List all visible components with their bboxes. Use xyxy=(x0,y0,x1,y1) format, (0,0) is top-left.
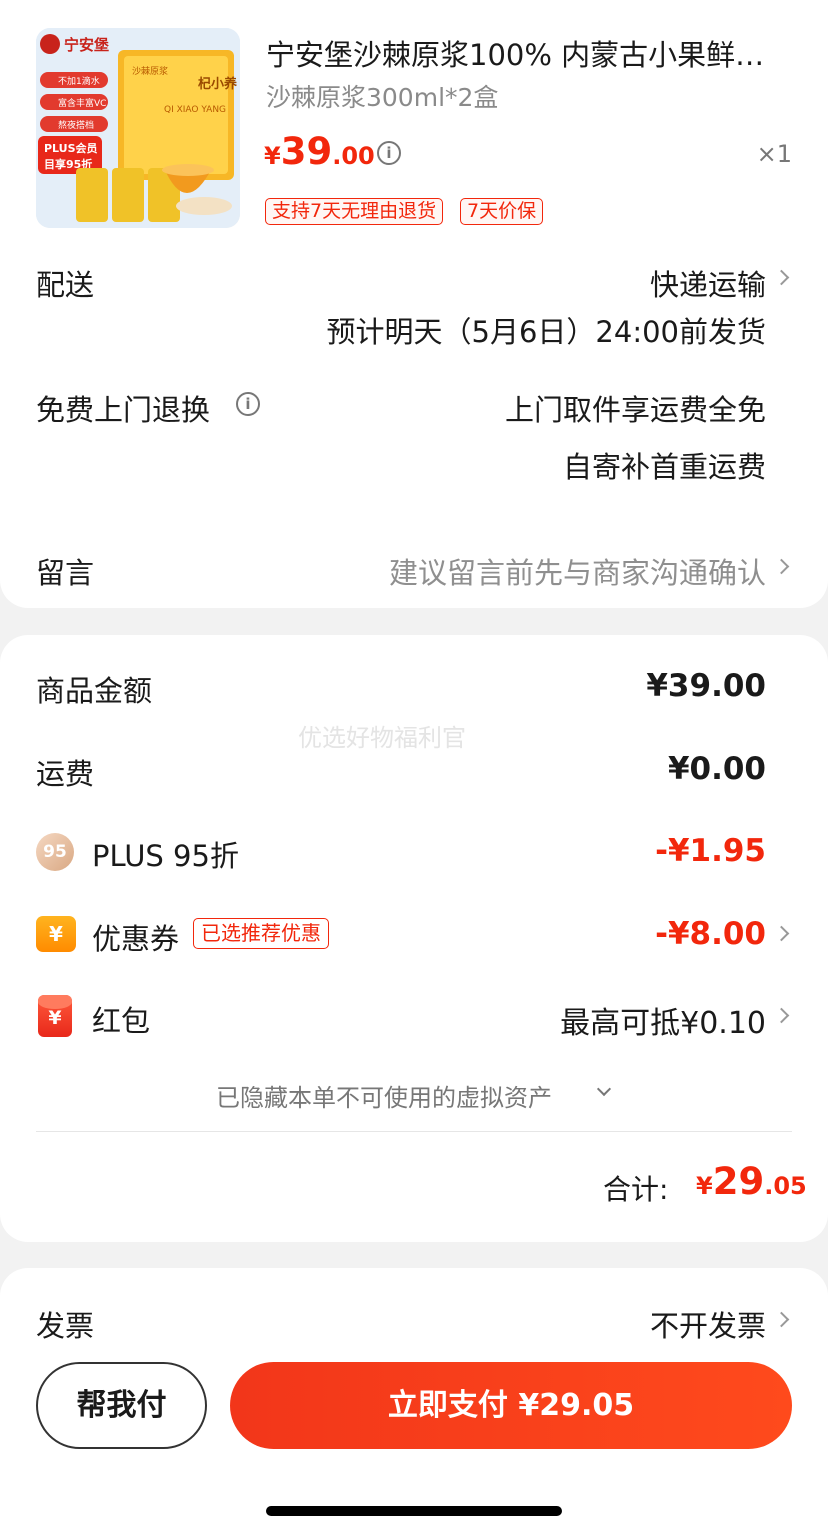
svg-text:沙棘原浆: 沙棘原浆 xyxy=(132,65,168,77)
product-price: ¥39.00 xyxy=(264,130,375,173)
svg-text:富含丰富VC: 富含丰富VC xyxy=(58,97,106,109)
shipping-fee-label: 运费 xyxy=(36,757,95,791)
brand-logo-text: 宁安堡 xyxy=(64,36,109,54)
shipping-fee-value: ¥0.00 xyxy=(667,751,766,787)
red-packet-icon: ¥ xyxy=(38,995,72,1037)
message-input[interactable]: 建议留言前先与商家沟通确认 xyxy=(389,550,766,592)
delivery-label: 配送 xyxy=(36,268,95,302)
product-image[interactable]: 宁安堡 不加1滴水 富含丰富VC 熬夜搭档 PLUS会员 目享95折 杞小养 Q… xyxy=(36,28,240,228)
price-info-icon[interactable]: i xyxy=(377,141,401,165)
svg-text:熬夜搭档: 熬夜搭档 xyxy=(58,119,94,131)
hidden-assets-toggle[interactable]: 已隐藏本单不可使用的虚拟资产 xyxy=(216,1078,552,1113)
invoice-label: 发票 xyxy=(36,1309,95,1343)
plus-discount-label: PLUS 95折 xyxy=(92,839,239,873)
coupon-label[interactable]: 优惠券 xyxy=(92,916,179,958)
product-quantity: ×1 xyxy=(756,140,792,168)
return-tag: 支持7天无理由退货 xyxy=(265,198,444,225)
svg-text:不加1滴水: 不加1滴水 xyxy=(58,75,100,87)
total-amount: ¥29.05 xyxy=(696,1160,807,1203)
plus-discount-icon: 95 xyxy=(36,833,74,871)
product-name[interactable]: 宁安堡沙棘原浆100% 内蒙古小果鲜… xyxy=(266,32,796,74)
svg-text:杞小养: 杞小养 xyxy=(198,76,238,92)
total-label: 合计: xyxy=(603,1173,669,1206)
price-protect-tag: 7天价保 xyxy=(460,198,544,225)
home-indicator[interactable] xyxy=(266,1506,562,1516)
svg-text:PLUS会员: PLUS会员 xyxy=(44,141,98,155)
goods-amount-value: ¥39.00 xyxy=(646,668,766,704)
delivery-method[interactable]: 快递运输 xyxy=(650,262,766,304)
red-packet-label[interactable]: 红包 xyxy=(92,998,150,1040)
help-pay-button[interactable]: 帮我付 xyxy=(36,1362,207,1449)
pay-now-button[interactable]: 立即支付 ¥29.05 xyxy=(230,1362,792,1449)
product-image-art: 宁安堡 不加1滴水 富含丰富VC 熬夜搭档 PLUS会员 目享95折 杞小养 Q… xyxy=(36,28,240,228)
return-service-info-icon[interactable]: i xyxy=(236,392,260,416)
coupon-selected-badge: 已选推荐优惠 xyxy=(193,918,329,949)
watermark-text: 优选好物福利官 xyxy=(298,724,466,752)
coupon-icon: ¥ xyxy=(36,916,76,952)
coupon-value[interactable]: -¥8.00 xyxy=(655,916,766,952)
delivery-estimate: 预计明天（5月6日）24:00前发货 xyxy=(326,315,766,349)
invoice-value[interactable]: 不开发票 xyxy=(650,1303,766,1345)
svg-text:QI XIAO YANG: QI XIAO YANG xyxy=(164,105,226,115)
return-service-label: 免费上门退换 xyxy=(36,393,211,427)
product-spec[interactable]: 沙棘原浆300ml*2盒 xyxy=(266,78,498,114)
summary-divider xyxy=(36,1131,792,1132)
message-label: 留言 xyxy=(36,556,95,590)
plus-discount-value: -¥1.95 xyxy=(655,833,766,869)
goods-amount-label: 商品金额 xyxy=(36,674,153,708)
return-service-line1: 上门取件享运费全免 xyxy=(504,393,766,427)
red-packet-value[interactable]: 最高可抵¥0.10 xyxy=(560,998,766,1042)
return-service-line2: 自寄补首重运费 xyxy=(562,450,766,484)
